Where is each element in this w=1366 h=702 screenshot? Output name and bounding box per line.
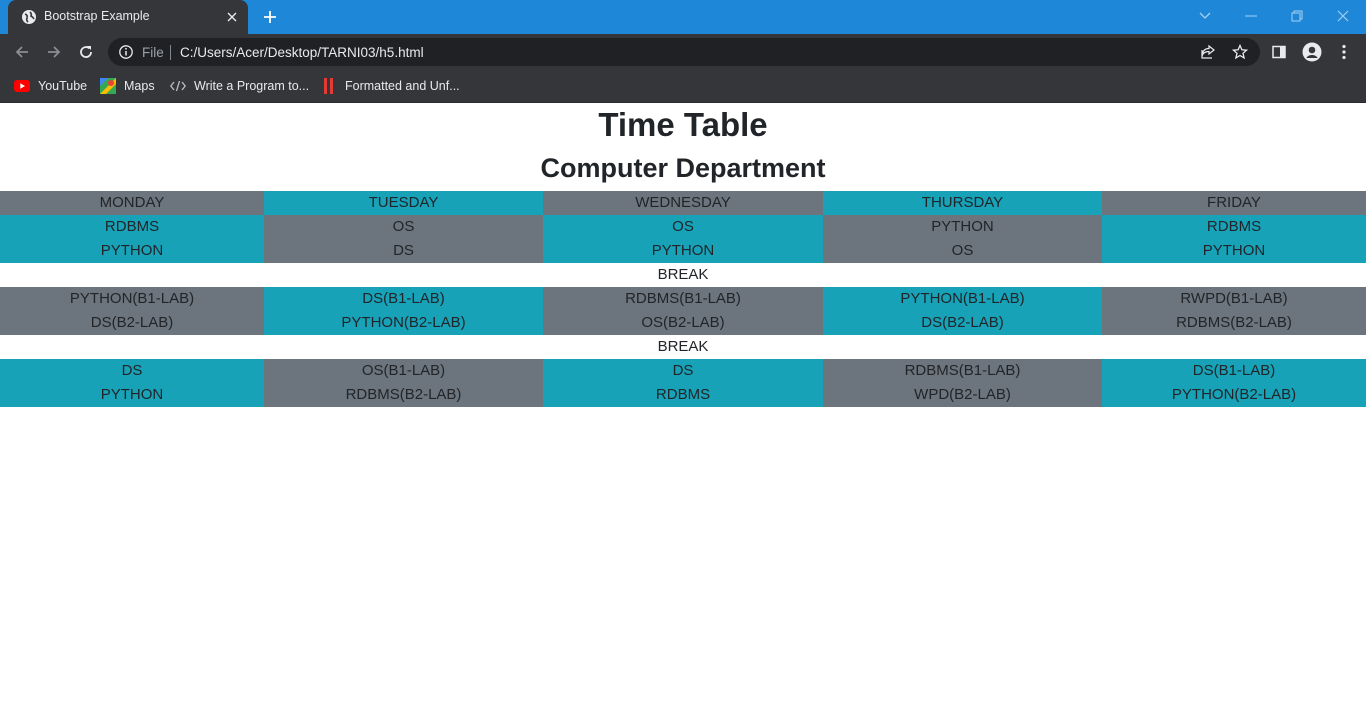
table-cell: DS	[543, 359, 823, 383]
table-cell: PYTHON(B2-LAB)	[1102, 383, 1366, 407]
table-cell: RDBMS(B1-LAB)	[543, 287, 823, 311]
tab-title: Bootstrap Example	[44, 9, 150, 23]
browser-tab[interactable]: Bootstrap Example	[8, 0, 248, 34]
table-cell: OS	[264, 215, 543, 239]
table-row-break: BREAK	[0, 335, 1366, 359]
table-row: DS OS(B1-LAB) DS RDBMS(B1-LAB) DS(B1-LAB…	[0, 359, 1366, 383]
bookmark-label: Write a Program to...	[194, 79, 310, 93]
table-cell: DS(B1-LAB)	[264, 287, 543, 311]
forward-icon[interactable]	[42, 40, 66, 64]
page-content: Time Table Computer Department MONDAY TU…	[0, 103, 1366, 702]
close-window-icon[interactable]	[1320, 0, 1366, 32]
bookmark-write-a-program[interactable]: Write a Program to...	[170, 76, 309, 96]
day-header: TUESDAY	[264, 191, 543, 215]
table-cell: RDBMS(B2-LAB)	[264, 383, 543, 407]
menu-kebab-icon[interactable]	[1332, 40, 1356, 64]
table-cell: RDBMS(B1-LAB)	[823, 359, 1102, 383]
maps-icon	[100, 78, 116, 94]
table-row: DS(B2-LAB) PYTHON(B2-LAB) OS(B2-LAB) DS(…	[0, 311, 1366, 335]
close-tab-icon[interactable]	[224, 9, 240, 25]
bookmarks-bar: YouTube Maps Write a Program to... Forma…	[0, 70, 1366, 103]
table-cell: RDBMS	[0, 215, 264, 239]
bookmark-formatted[interactable]: Formatted and Unf...	[321, 76, 460, 96]
bookmark-youtube[interactable]: YouTube	[14, 76, 87, 96]
restore-icon[interactable]	[1274, 0, 1320, 32]
table-row: PYTHON(B1-LAB) DS(B1-LAB) RDBMS(B1-LAB) …	[0, 287, 1366, 311]
table-row-days: MONDAY TUESDAY WEDNESDAY THURSDAY FRIDAY	[0, 191, 1366, 215]
day-header: WEDNESDAY	[543, 191, 823, 215]
page-subtitle: Computer Department	[540, 153, 826, 183]
back-icon[interactable]	[10, 40, 34, 64]
share-icon[interactable]	[1200, 44, 1216, 60]
bookmark-red-icon	[321, 78, 337, 94]
table-cell: OS	[823, 239, 1102, 263]
table-cell: PYTHON	[0, 239, 264, 263]
profile-avatar-icon[interactable]	[1300, 40, 1324, 64]
bookmark-star-icon[interactable]	[1231, 43, 1249, 60]
table-cell: DS	[264, 239, 543, 263]
table-cell: PYTHON(B1-LAB)	[823, 287, 1102, 311]
table-cell: DS	[0, 359, 264, 383]
table-row-break: BREAK	[0, 263, 1366, 287]
youtube-icon	[14, 78, 30, 94]
table-row: PYTHON DS PYTHON OS PYTHON	[0, 239, 1366, 263]
side-panel-icon[interactable]	[1267, 40, 1291, 64]
address-url[interactable]: C:/Users/Acer/Desktop/TARNI03/h5.html	[180, 45, 424, 60]
globe-icon	[21, 9, 37, 25]
table-cell: WPD(B2-LAB)	[823, 383, 1102, 407]
address-bar[interactable]: File C:/Users/Acer/Desktop/TARNI03/h5.ht…	[108, 38, 1260, 66]
reload-icon[interactable]	[74, 40, 98, 64]
tab-search-icon[interactable]	[1182, 0, 1228, 32]
table-cell: PYTHON	[0, 383, 264, 407]
bookmark-label: Maps	[124, 79, 155, 93]
table-cell: RWPD(B1-LAB)	[1102, 287, 1366, 311]
table-cell: RDBMS(B2-LAB)	[1102, 311, 1366, 335]
table-cell: OS	[543, 215, 823, 239]
day-header: THURSDAY	[823, 191, 1102, 215]
table-cell: OS(B1-LAB)	[264, 359, 543, 383]
table-cell: DS(B2-LAB)	[823, 311, 1102, 335]
info-icon[interactable]	[118, 44, 134, 60]
address-separator	[170, 45, 171, 60]
table-cell: PYTHON	[1102, 239, 1366, 263]
day-header: FRIDAY	[1102, 191, 1366, 215]
day-header: MONDAY	[0, 191, 264, 215]
address-scheme: File	[142, 45, 164, 60]
browser-titlebar: Bootstrap Example	[0, 0, 1366, 34]
browser-toolbar: File C:/Users/Acer/Desktop/TARNI03/h5.ht…	[0, 34, 1366, 70]
bookmark-label: Formatted and Unf...	[345, 79, 460, 93]
break-cell: BREAK	[0, 335, 1366, 359]
minimize-icon[interactable]	[1228, 0, 1274, 32]
table-cell: RDBMS	[543, 383, 823, 407]
code-icon	[170, 78, 186, 94]
table-cell: PYTHON(B1-LAB)	[0, 287, 264, 311]
page-title: Time Table	[598, 106, 768, 143]
table-cell: OS(B2-LAB)	[543, 311, 823, 335]
table-cell: DS(B1-LAB)	[1102, 359, 1366, 383]
table-cell: PYTHON	[823, 215, 1102, 239]
table-cell: PYTHON	[543, 239, 823, 263]
timetable: MONDAY TUESDAY WEDNESDAY THURSDAY FRIDAY…	[0, 191, 1366, 407]
table-cell: RDBMS	[1102, 215, 1366, 239]
table-row: PYTHON RDBMS(B2-LAB) RDBMS WPD(B2-LAB) P…	[0, 383, 1366, 407]
bookmark-label: YouTube	[38, 79, 88, 93]
table-row: RDBMS OS OS PYTHON RDBMS	[0, 215, 1366, 239]
bookmark-maps[interactable]: Maps	[100, 76, 155, 96]
table-cell: DS(B2-LAB)	[0, 311, 264, 335]
break-cell: BREAK	[0, 263, 1366, 287]
new-tab-icon[interactable]	[258, 6, 282, 28]
table-cell: PYTHON(B2-LAB)	[264, 311, 543, 335]
